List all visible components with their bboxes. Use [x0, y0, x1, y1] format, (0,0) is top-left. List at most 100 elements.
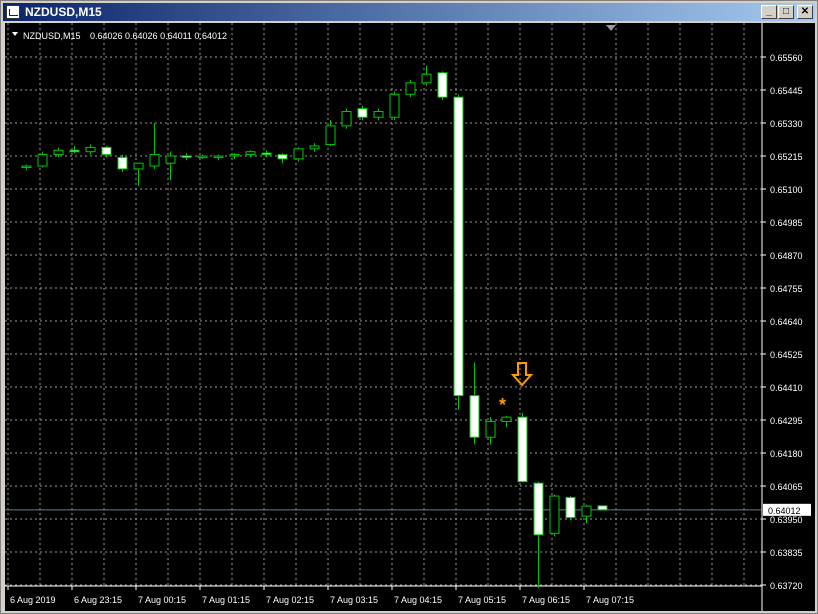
price-label: 0.65560: [770, 53, 803, 63]
candle-body: [453, 96, 464, 397]
price-label: 0.65100: [770, 185, 803, 195]
candle[interactable]: [37, 151, 48, 168]
price-label: 0.64755: [770, 284, 803, 294]
candle[interactable]: [165, 151, 176, 181]
price-label: 0.65215: [770, 152, 803, 162]
candle-body: [309, 145, 320, 150]
current-price-line: 0.64012: [5, 503, 811, 516]
candle-body: [181, 155, 192, 158]
candle[interactable]: [533, 481, 544, 588]
candle[interactable]: [581, 504, 592, 524]
sell-signal-star-icon: *: [499, 395, 506, 415]
time-label: 7 Aug 00:15: [138, 595, 186, 605]
candle[interactable]: [357, 105, 368, 121]
candle-body: [261, 152, 272, 156]
title-bar[interactable]: NZDUSD,M15 _ □ ✕: [3, 3, 815, 21]
candlestick-chart[interactable]: 0.65560 0.65445 0.65330 0.65215 0.65100 0.649…: [5, 23, 815, 611]
price-label: 0.65330: [770, 119, 803, 129]
candle[interactable]: [485, 417, 496, 445]
candle[interactable]: [501, 415, 512, 428]
candle[interactable]: [597, 505, 608, 511]
time-label: 7 Aug 01:15: [202, 595, 250, 605]
candle-body: [421, 73, 432, 84]
price-label: 0.64180: [770, 449, 803, 459]
candle-body: [53, 149, 64, 156]
candle[interactable]: [437, 71, 448, 101]
time-label: 7 Aug 06:15: [522, 595, 570, 605]
price-label: 0.65445: [770, 86, 803, 96]
minimize-button[interactable]: _: [761, 5, 777, 19]
candle[interactable]: [277, 153, 288, 164]
close-button[interactable]: ✕: [797, 5, 813, 19]
candle[interactable]: [69, 145, 80, 154]
candle[interactable]: [117, 154, 128, 172]
window-title: NZDUSD,M15: [25, 5, 102, 19]
candle-body: [581, 505, 592, 517]
price-label: 0.64410: [770, 383, 803, 393]
candle[interactable]: [389, 91, 400, 121]
candle[interactable]: [373, 108, 384, 121]
candle-body: [341, 111, 352, 127]
candle[interactable]: [309, 143, 320, 152]
candle-body: [245, 151, 256, 156]
candle-body: [597, 505, 608, 511]
price-label: 0.63835: [770, 548, 803, 558]
candle-body: [357, 108, 368, 118]
candle-body: [37, 154, 48, 167]
candle-body: [165, 155, 176, 164]
candle[interactable]: [245, 150, 256, 158]
candle-body: [469, 395, 480, 438]
time-label: 6 Aug 23:15: [74, 595, 122, 605]
candle[interactable]: [229, 153, 240, 159]
candle[interactable]: [565, 496, 576, 521]
maximize-button[interactable]: □: [778, 5, 794, 19]
time-label: 7 Aug 07:15: [586, 595, 634, 605]
chart-area[interactable]: 0.65560 0.65445 0.65330 0.65215 0.65100 0.649…: [5, 23, 815, 611]
candle-body: [117, 156, 128, 170]
candle-body: [101, 146, 112, 156]
time-label: 7 Aug 04:15: [394, 595, 442, 605]
candle[interactable]: [405, 79, 416, 98]
candle[interactable]: [197, 154, 208, 159]
candle[interactable]: [517, 412, 528, 483]
time-axis: 6 Aug 2019 6 Aug 23:15 7 Aug 00:15 7 Aug 01…: [7, 586, 634, 605]
candle[interactable]: [261, 150, 272, 158]
time-label: 7 Aug 02:15: [266, 595, 314, 605]
candle-body: [69, 149, 80, 153]
candle[interactable]: [101, 145, 112, 158]
candle-body: [549, 495, 560, 534]
candle-body: [277, 154, 288, 160]
candle-body: [85, 146, 96, 153]
candle[interactable]: [293, 147, 304, 162]
candle-body: [213, 155, 224, 158]
candle[interactable]: [325, 120, 336, 146]
candle[interactable]: [469, 362, 480, 445]
candle-body: [517, 416, 528, 483]
candle-body: [533, 482, 544, 536]
candle[interactable]: [149, 123, 160, 169]
price-label: 0.64870: [770, 251, 803, 261]
time-label: 7 Aug 05:15: [458, 595, 506, 605]
chart-shift-marker-icon[interactable]: [606, 25, 616, 31]
candle[interactable]: [21, 164, 32, 171]
candle[interactable]: [213, 154, 224, 161]
candle-body: [149, 154, 160, 167]
candle-body: [501, 416, 512, 422]
price-label: 0.64525: [770, 350, 803, 360]
candle[interactable]: [341, 108, 352, 129]
candle[interactable]: [421, 65, 432, 86]
price-label: 0.63720: [770, 581, 803, 591]
chart-window-icon: [6, 5, 20, 19]
symbol-menu-triangle-icon[interactable]: [12, 32, 18, 36]
candle[interactable]: [181, 153, 192, 161]
price-label: 0.64295: [770, 416, 803, 426]
candle[interactable]: [133, 162, 144, 187]
candle[interactable]: [549, 494, 560, 537]
candle[interactable]: [85, 144, 96, 155]
price-label: 0.63950: [770, 515, 803, 525]
candle[interactable]: [453, 94, 464, 410]
candle-body: [197, 155, 208, 158]
candle-body: [437, 72, 448, 98]
candle-body: [389, 93, 400, 118]
candle-body: [405, 82, 416, 95]
